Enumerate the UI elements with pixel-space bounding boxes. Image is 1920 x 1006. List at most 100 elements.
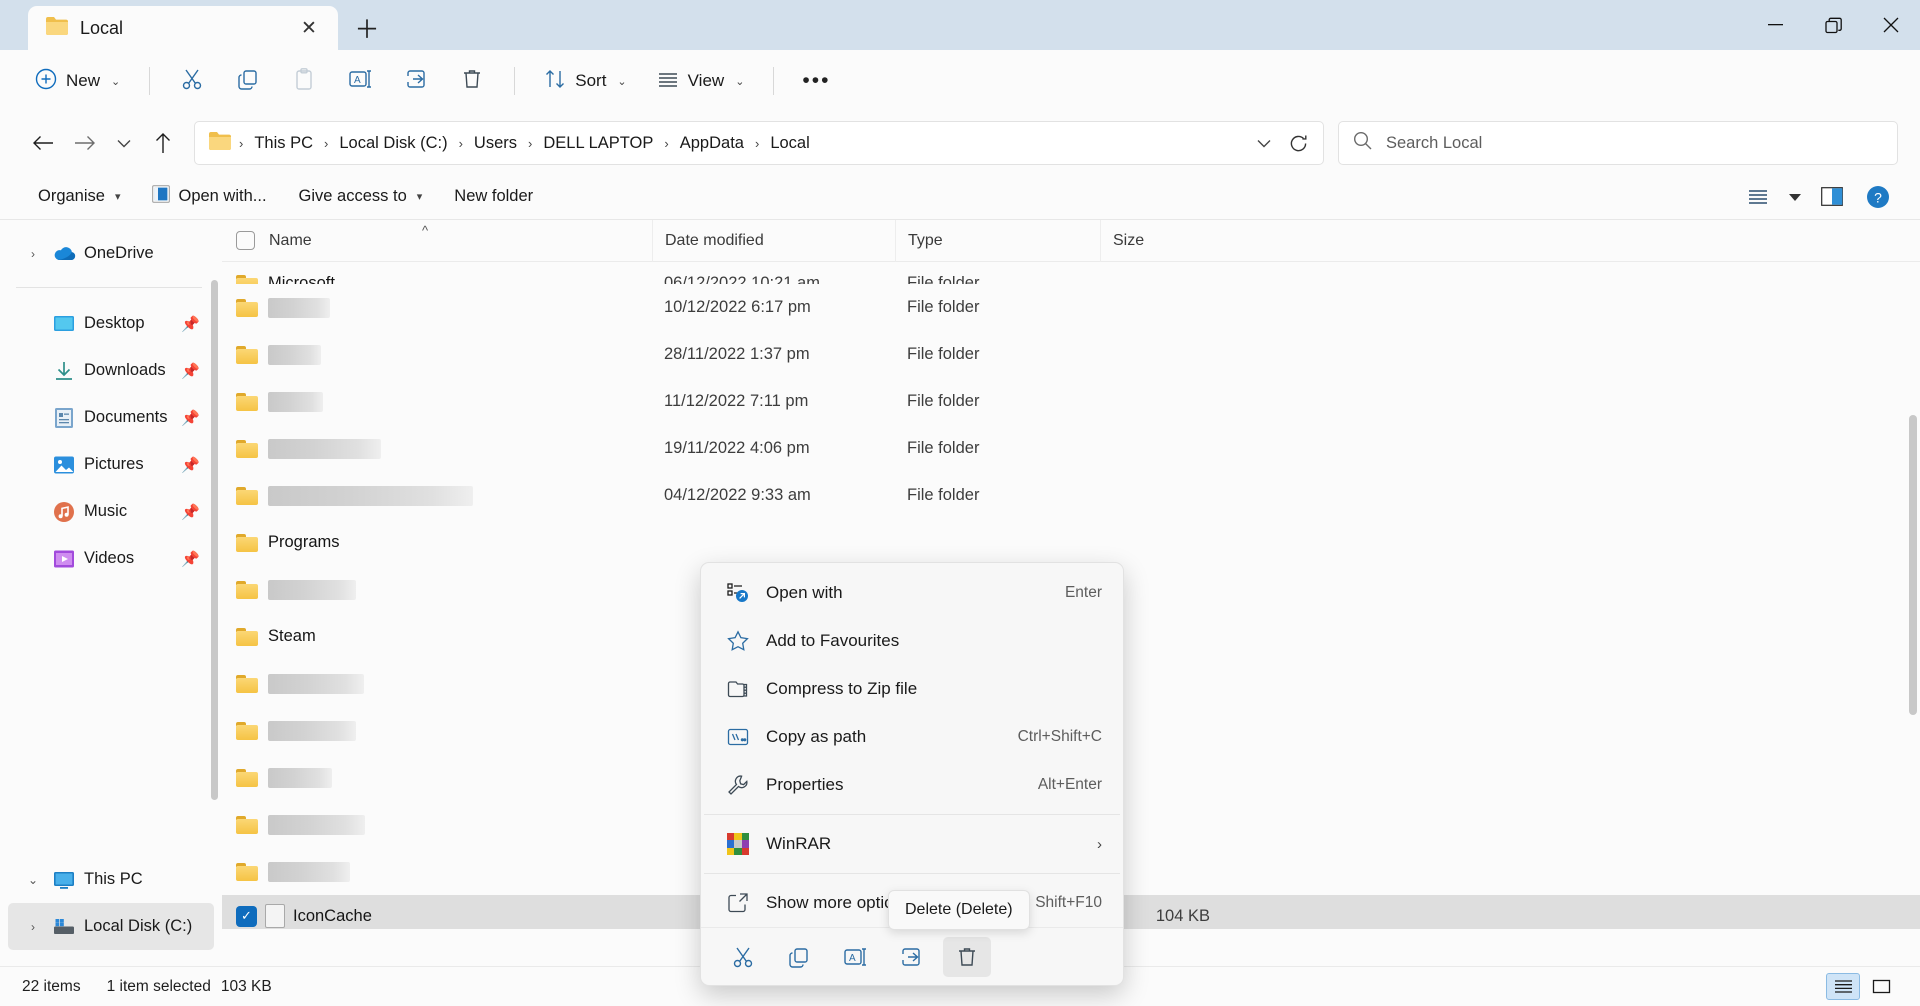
breadcrumb-item-users[interactable]: Users <box>467 130 524 157</box>
new-button[interactable]: New ⌄ <box>22 59 133 103</box>
context-menu-item-open-with[interactable]: Open with Enter <box>706 569 1118 617</box>
give-access-to-button[interactable]: Give access to ▾ <box>283 181 439 212</box>
context-share-button[interactable] <box>887 937 935 977</box>
file-list-scrollbar[interactable] <box>1909 415 1917 715</box>
more-options-button[interactable]: ••• <box>790 59 842 103</box>
chevron-down-icon[interactable]: ⌄ <box>735 75 744 88</box>
row-name-cell: ✓ IconCache <box>222 904 652 928</box>
sidebar-item-downloads[interactable]: Downloads 📌 <box>8 347 214 394</box>
context-menu-item-compress-to-zip[interactable]: Compress to Zip file <box>706 665 1118 713</box>
close-icon[interactable]: ✕ <box>294 13 324 43</box>
command-bar: Organise ▾ Open with... Give access to ▾… <box>0 174 1920 220</box>
column-header-size[interactable]: Size <box>1100 220 1228 262</box>
context-rename-button[interactable]: A <box>831 937 879 977</box>
table-row[interactable]: 11/12/2022 7:11 pm File folder <box>222 378 1920 425</box>
select-all-checkbox[interactable] <box>236 231 255 250</box>
pin-icon[interactable]: 📌 <box>181 409 206 427</box>
column-label-name: Name <box>269 232 312 250</box>
chevron-down-icon[interactable]: ⌄ <box>22 873 44 887</box>
column-header-type[interactable]: Type <box>895 220 1100 262</box>
breadcrumb-item-appdata[interactable]: AppData <box>673 130 751 157</box>
folder-icon <box>236 534 258 552</box>
folder-icon <box>236 769 258 787</box>
sidebar-item-pictures[interactable]: Pictures 📌 <box>8 441 214 488</box>
sidebar-item-documents[interactable]: Documents 📌 <box>8 394 214 441</box>
table-row[interactable]: 19/11/2022 4:06 pm File folder <box>222 425 1920 472</box>
view-options-button[interactable] <box>1738 180 1778 214</box>
table-row[interactable]: Microsoft 06/12/2022 10:21 am File folde… <box>222 262 1920 284</box>
organise-button[interactable]: Organise ▾ <box>22 181 136 212</box>
minimize-icon[interactable] <box>1746 0 1804 50</box>
chevron-right-icon[interactable]: › <box>22 247 44 261</box>
sidebar-scrollbar[interactable] <box>211 280 218 800</box>
breadcrumb-bar[interactable]: › This PC › Local Disk (C:) › Users › DE… <box>194 121 1324 165</box>
sidebar-item-music[interactable]: Music 📌 <box>8 488 214 535</box>
delete-button[interactable] <box>446 59 498 103</box>
back-button[interactable] <box>22 123 64 163</box>
wrench-icon <box>726 773 750 797</box>
paste-button[interactable] <box>278 59 330 103</box>
row-date-cell: 06/12/2022 10:21 am <box>652 274 895 284</box>
sidebar-item-local-disk-c[interactable]: › Local Disk (C:) <box>8 903 214 950</box>
copy-button[interactable] <box>222 59 274 103</box>
row-date-cell: 28/11/2022 1:37 pm <box>652 345 895 364</box>
view-button[interactable]: View ⌄ <box>644 59 758 103</box>
row-name: IconCache <box>293 907 372 926</box>
column-header-date-modified[interactable]: Date modified <box>652 220 895 262</box>
large-icons-view-icon[interactable] <box>1864 973 1898 1000</box>
sidebar-item-onedrive[interactable]: › OneDrive <box>8 230 214 277</box>
table-row[interactable]: 10/12/2022 6:17 pm File folder <box>222 284 1920 331</box>
help-button[interactable]: ? <box>1858 180 1898 214</box>
share-button[interactable] <box>390 59 442 103</box>
table-row[interactable]: Programs <box>222 519 1920 566</box>
breadcrumb-item-local-disk[interactable]: Local Disk (C:) <box>332 130 454 157</box>
breadcrumb-item-dell-laptop[interactable]: DELL LAPTOP <box>536 130 660 157</box>
preview-pane-button[interactable] <box>1812 180 1852 214</box>
table-row[interactable]: 28/11/2022 1:37 pm File folder <box>222 331 1920 378</box>
divider <box>149 67 150 95</box>
chevron-right-icon[interactable]: › <box>22 920 44 934</box>
column-header-name[interactable]: Name ^ <box>222 220 652 262</box>
new-folder-button[interactable]: New folder <box>438 181 549 212</box>
pin-icon[interactable]: 📌 <box>181 550 206 568</box>
chevron-down-icon[interactable]: ⌄ <box>111 75 120 88</box>
chevron-down-icon[interactable]: ⌄ <box>617 75 626 88</box>
context-cut-button[interactable] <box>719 937 767 977</box>
pin-icon[interactable]: 📌 <box>181 456 206 474</box>
breadcrumb: › This PC › Local Disk (C:) › Users › DE… <box>237 130 1247 157</box>
chevron-down-icon[interactable] <box>1247 126 1281 160</box>
sort-button[interactable]: Sort ⌄ <box>531 59 639 103</box>
rename-button[interactable]: A <box>334 59 386 103</box>
chevron-down-icon: ▾ <box>115 190 121 203</box>
sidebar-item-this-pc[interactable]: ⌄ This PC <box>8 856 214 903</box>
context-menu-item-copy-as-path[interactable]: Copy as path Ctrl+Shift+C <box>706 713 1118 761</box>
details-view-icon[interactable] <box>1826 973 1860 1000</box>
search-input[interactable]: Search Local <box>1338 121 1898 165</box>
pin-icon[interactable]: 📌 <box>181 503 206 521</box>
recent-locations-button[interactable] <box>106 123 142 163</box>
open-with-button[interactable]: Open with... <box>136 179 282 214</box>
table-row[interactable]: 04/12/2022 9:33 am File folder <box>222 472 1920 519</box>
context-delete-button[interactable] <box>943 937 991 977</box>
tab-local[interactable]: Local ✕ <box>28 6 338 50</box>
restore-icon[interactable] <box>1804 0 1862 50</box>
context-menu-item-properties[interactable]: Properties Alt+Enter <box>706 761 1118 809</box>
refresh-icon[interactable] <box>1281 126 1315 160</box>
sidebar-item-videos[interactable]: Videos 📌 <box>8 535 214 582</box>
context-menu-item-add-to-favourites[interactable]: Add to Favourites <box>706 617 1118 665</box>
chevron-down-icon[interactable] <box>1784 180 1806 214</box>
context-copy-button[interactable] <box>775 937 823 977</box>
forward-button[interactable] <box>64 123 106 163</box>
sidebar-item-desktop[interactable]: Desktop 📌 <box>8 300 214 347</box>
pin-icon[interactable]: 📌 <box>181 362 206 380</box>
close-icon[interactable] <box>1862 0 1920 50</box>
context-menu-item-winrar[interactable]: WinRAR › <box>706 820 1118 868</box>
plus-icon[interactable]: ＋ <box>352 13 382 43</box>
breadcrumb-item-this-pc[interactable]: This PC <box>247 130 320 157</box>
up-button[interactable] <box>142 123 184 163</box>
cut-button[interactable] <box>166 59 218 103</box>
breadcrumb-item-local[interactable]: Local <box>763 130 816 157</box>
pin-icon[interactable]: 📌 <box>181 315 206 333</box>
address-bar: › This PC › Local Disk (C:) › Users › DE… <box>0 112 1920 174</box>
row-checkbox[interactable]: ✓ <box>236 906 257 927</box>
